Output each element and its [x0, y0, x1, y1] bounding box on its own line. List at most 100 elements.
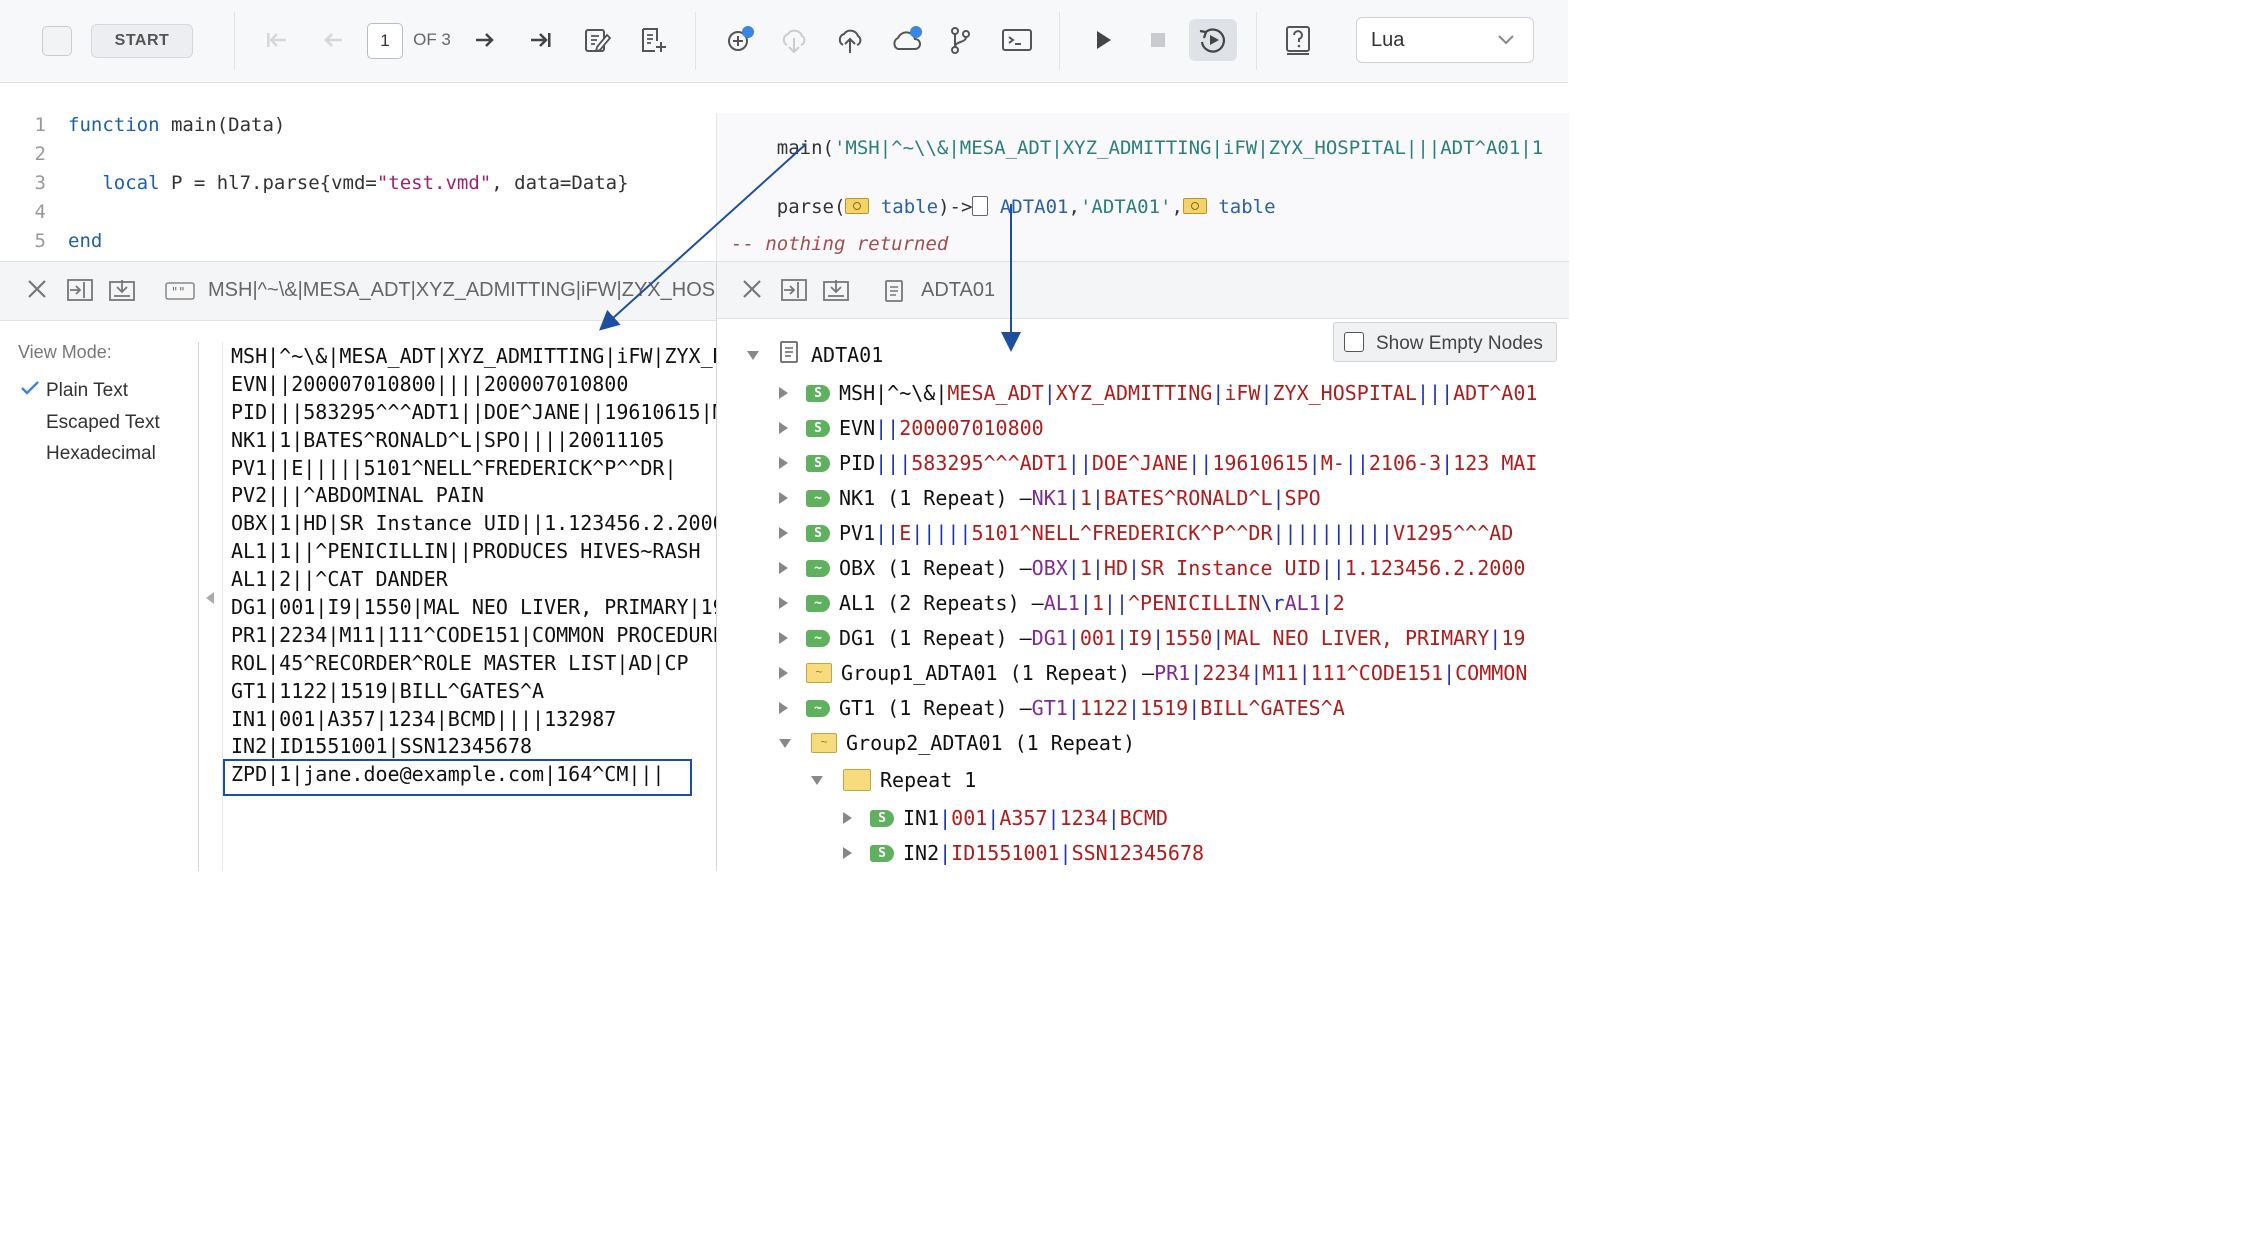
page-number-input[interactable]: 1 [367, 23, 403, 59]
view-mode-hexadecimal[interactable]: Hexadecimal [46, 443, 156, 465]
branch-icon[interactable] [945, 20, 975, 60]
expand-right-icon[interactable] [779, 527, 788, 539]
message-line: PR1|2234|M11|111^CODE151|COMMON PROCEDUR… [231, 622, 716, 647]
dock-icon[interactable] [108, 278, 136, 307]
help-icon[interactable] [1283, 20, 1313, 60]
expand-right-icon[interactable] [843, 847, 852, 859]
next-page-icon[interactable] [470, 20, 500, 60]
expand-right-icon[interactable] [779, 457, 788, 469]
cloud-icon[interactable] [889, 20, 923, 60]
tree-node[interactable]: ~ Group1_ADTA01 (1 Repeat) – PR1 | 2234 | M11… [779, 658, 1569, 688]
pop-out-icon[interactable] [780, 278, 808, 307]
expand-down-icon[interactable] [779, 738, 791, 748]
node-label: GT1 (1 Repeat) – [839, 696, 1032, 720]
document-icon [779, 340, 811, 370]
close-icon[interactable] [741, 278, 763, 305]
node-field: | [1188, 696, 1201, 720]
node-field: | [1212, 381, 1225, 405]
expand-right-icon[interactable] [779, 562, 788, 574]
first-page-icon[interactable] [262, 20, 292, 60]
select-checkbox[interactable] [42, 26, 72, 56]
tree-node[interactable]: ~ NK1 (1 Repeat) – NK1 | 1 | BATES^RONALD^L | S… [779, 483, 1569, 513]
expand-right-icon[interactable] [779, 387, 788, 399]
stop-icon[interactable] [1143, 20, 1173, 60]
last-page-icon[interactable] [526, 20, 556, 60]
view-mode-plain-text[interactable]: Plain Text [46, 380, 128, 402]
expand-right-icon[interactable] [779, 667, 788, 679]
document-icon [884, 279, 904, 308]
node-field: 001 [1079, 626, 1116, 650]
node-field: | [1079, 591, 1092, 615]
start-button[interactable]: START [91, 24, 193, 58]
expand-right-icon[interactable] [779, 422, 788, 434]
tree-repeat-node[interactable]: Repeat 1 [811, 765, 1569, 795]
language-select[interactable]: Lua [1356, 17, 1534, 63]
tree-node[interactable]: S PID ||| 583295^^^ADT1 || DOE^JANE || 19610615… [779, 448, 1569, 478]
group-folder-icon: ~ [811, 733, 837, 753]
tree-node[interactable]: S PV1 || E ||||| 5101^NELL^FREDERICK^P^^DR |||… [779, 518, 1569, 548]
code-line[interactable]: end [68, 230, 102, 252]
prev-page-icon[interactable] [318, 20, 348, 60]
code-editor[interactable]: 1 function main(Data) 2 3 local P = hl7.par… [0, 83, 716, 261]
message-line: AL1|2||^CAT DANDER [231, 567, 448, 592]
node-field: SPO [1284, 486, 1321, 510]
message-line: PV2|||^ABDOMINAL PAIN [231, 483, 484, 508]
edit-icon[interactable] [582, 20, 612, 60]
code-line[interactable]: function main(Data) [68, 114, 285, 136]
main-annotation[interactable]: main('MSH|^~\\&|MESA_ADT|XYZ_ADMITTING|i… [731, 115, 1561, 181]
expand-right-icon[interactable] [843, 812, 852, 824]
node-field: | [987, 806, 1000, 830]
add-sample-icon[interactable] [638, 20, 668, 60]
node-field: BILL^GATES^A [1200, 696, 1345, 720]
tree-node[interactable]: ~ GT1 (1 Repeat) – GT1 | 1122 | 1519 | BILL^GAT… [779, 693, 1569, 723]
node-field: A357 [999, 806, 1048, 830]
message-text[interactable]: MSH|^~\&|MESA_ADT|XYZ_ADMITTING|iFW|ZYX_… [231, 342, 716, 788]
auto-run-icon[interactable] [1189, 19, 1237, 61]
parse-annotation[interactable]: parse( table)-> ADTA01,'ADTA01', table [731, 174, 1276, 240]
node-field: || [875, 521, 900, 545]
node-field: | [1152, 626, 1165, 650]
message-line: EVN||200007010800||||200007010800 [231, 371, 629, 396]
tree-node[interactable]: S IN2 | ID1551001 | SSN12345678 [843, 838, 1569, 868]
tree-node[interactable]: S EVN || 200007010800 [779, 413, 1569, 443]
node-label: PID [839, 451, 876, 475]
pop-out-icon[interactable] [66, 278, 94, 307]
node-field: 111^CODE151 [1310, 661, 1444, 685]
node-field: PR1 [1154, 661, 1191, 685]
upload-icon[interactable] [834, 20, 866, 60]
tree-node[interactable]: ~ DG1 (1 Repeat) – DG1 | 001 | I9 | 1550 | MAL NE… [779, 623, 1569, 653]
node-field: ZYX_HOSPITAL [1272, 381, 1418, 405]
expand-right-icon[interactable] [779, 702, 788, 714]
expand-right-icon[interactable] [779, 632, 788, 644]
expand-right-icon[interactable] [779, 597, 788, 609]
tree-node[interactable]: S MSH |^~\&| MESA_ADT | XYZ_ADMITTING | iFW | ZYX… [779, 378, 1569, 408]
code-line[interactable]: local P = hl7.parse{vmd="test.vmd", data… [68, 172, 628, 194]
segment-icon: S [806, 454, 830, 472]
download-icon[interactable] [778, 20, 810, 60]
message-line: OBX|1|HD|SR Instance UID||1.123456.2.200… [231, 511, 716, 536]
expand-down-icon[interactable] [747, 350, 759, 360]
dock-icon[interactable] [822, 278, 850, 307]
divider [198, 342, 199, 871]
view-mode-escaped-text[interactable]: Escaped Text [46, 412, 160, 434]
close-icon[interactable] [26, 278, 48, 305]
node-field: 583295^^^ADT1 [911, 451, 1068, 475]
tree-node[interactable]: S IN1 | 001 | A357 | 1234 | BCMD [843, 803, 1569, 833]
message-viewer-dialog: "" MSH|^~\&|MESA_ADT|XYZ_ADMITTING|iFW|Z… [0, 261, 716, 871]
tree-node[interactable]: ~ AL1 (2 Repeats) – AL1 | 1 || ^PENICILLIN \r A… [779, 588, 1569, 618]
node-field: 1 [1091, 591, 1104, 615]
expand-right-icon[interactable] [779, 492, 788, 504]
tree-root-node[interactable]: ADTA01 [747, 340, 1569, 370]
node-field: | [1067, 556, 1080, 580]
code-token: "test.vmd" [376, 172, 492, 194]
add-dependency-icon[interactable] [724, 20, 756, 60]
node-field: 1519 [1140, 696, 1189, 720]
tree-node[interactable]: ~ Group2_ADTA01 (1 Repeat) [779, 728, 1569, 758]
expand-down-icon[interactable] [811, 775, 823, 785]
tree-viewer-dialog: ADTA01 Show Empty Nodes ADTA01 S MSH |^~\&|… [716, 261, 1569, 871]
tree-node[interactable]: ~ OBX (1 Repeat) – OBX | 1 | HD | SR Instance U… [779, 553, 1569, 583]
collapse-arrow-icon[interactable] [206, 592, 214, 604]
console-icon[interactable] [1000, 20, 1034, 60]
node-field: SSN12345678 [1071, 841, 1205, 865]
play-icon[interactable] [1088, 20, 1118, 60]
